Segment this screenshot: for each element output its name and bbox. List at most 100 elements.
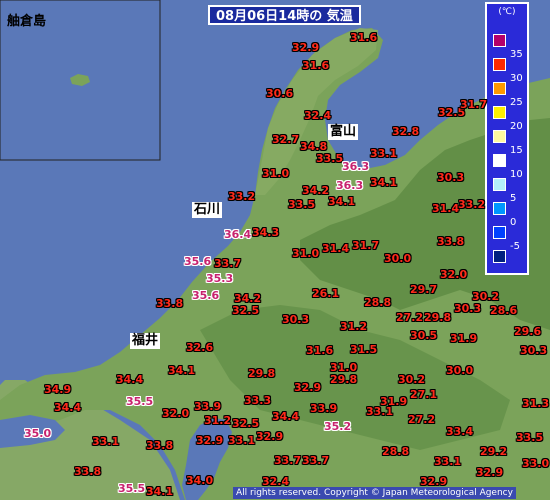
temperature-label: 31.7 [460,98,488,111]
temperature-label: 33.8 [74,465,102,478]
temperature-label: 31.0 [330,361,358,374]
temperature-label: 30.3 [454,302,482,315]
temperature-label: 30.3 [520,344,548,357]
temperature-label: 30.6 [266,87,294,100]
legend-swatch [493,106,506,119]
temperature-label: 31.2 [204,414,232,427]
temperature-label: 32.9 [196,434,224,447]
legend-value: 25 [510,97,523,108]
temperature-label: 26.1 [312,287,340,300]
legend-swatch [493,250,506,263]
temperature-label: 33.3 [244,394,272,407]
temperature-label: 30.2 [398,373,426,386]
temperature-label: 31.2 [340,320,368,333]
legend-swatch [493,34,506,47]
temperature-label: 33.9 [310,402,338,415]
temperature-label: 33.1 [228,434,256,447]
temperature-label: 33.2 [458,198,486,211]
legend-value: 35 [510,49,523,60]
temperature-label: 34.1 [370,176,398,189]
temperature-label: 34.1 [328,195,356,208]
copyright: All rights reserved. Copyright © Japan M… [233,487,516,499]
legend-swatch [493,130,506,143]
temperature-label: 34.4 [116,373,144,386]
legend-value: 15 [510,145,523,156]
temperature-label: 35.5 [126,395,154,408]
temperature-label: 28.8 [382,445,410,458]
temperature-label: 33.8 [437,235,465,248]
temperature-label: 35.2 [324,420,352,433]
temperature-label: 35.3 [206,272,234,285]
temperature-label: 30.3 [282,313,310,326]
temperature-label: 33.2 [228,190,256,203]
temperature-label: 34.4 [272,410,300,423]
legend-unit: (℃) [498,7,516,17]
temperature-label: 30.5 [410,329,438,342]
temperature-label: 31.6 [302,59,330,72]
temperature-label: 29.6 [514,325,542,338]
temperature-label: 32.5 [232,304,260,317]
temperature-label: 33.8 [146,439,174,452]
temperature-label: 34.9 [44,383,72,396]
temperature-label: 31.9 [450,332,478,345]
temperature-label: 32.5 [232,417,260,430]
temperature-label: 34.1 [168,364,196,377]
temperature-label: 34.2 [302,184,330,197]
temperature-label: 36.3 [336,179,364,192]
temperature-label: 33.5 [316,152,344,165]
temperature-label: 28.8 [364,296,392,309]
temperature-label: 31.4 [322,242,350,255]
temperature-label: 30.0 [384,252,412,265]
legend-swatch [493,202,506,215]
temperature-label: 35.6 [192,289,220,302]
legend-swatch [493,154,506,167]
map-title: 08月06日14時の 気温 [208,5,361,25]
temperature-label: 30.0 [446,364,474,377]
legend-swatch [493,178,506,191]
legend-swatch [493,82,506,95]
temperature-label: 33.7 [274,454,302,467]
temperature-label: 31.3 [522,397,550,410]
temperature-label: 32.7 [272,133,300,146]
temperature-label: 33.1 [92,435,120,448]
temperature-label: 28.6 [490,304,518,317]
legend-value: 30 [510,73,523,84]
temperature-label: 34.0 [186,474,214,487]
legend-value: 0 [510,217,517,228]
temperature-label: 32.9 [292,41,320,54]
temperature-label: 31.7 [352,239,380,252]
temperature-label: 31.0 [292,247,320,260]
temperature-label: 32.9 [256,430,284,443]
temperature-label: 32.6 [186,341,214,354]
temperature-label: 33.7 [214,257,242,270]
temperature-label: 29.8 [424,311,452,324]
temperature-label: 34.1 [146,485,174,498]
temperature-label: 32.9 [476,466,504,479]
temperature-label: 27.1 [410,388,438,401]
temperature-label: 29.2 [480,445,508,458]
temperature-label: 34.3 [252,226,280,239]
prefecture-label-ishikawa: 石川 [192,202,223,218]
temperature-label: 33.8 [156,297,184,310]
legend: (℃) 35 30 25 20 15 10 5 0 -5 [485,2,529,275]
temperature-label: 30.3 [437,171,465,184]
legend-swatch [493,58,506,71]
legend-value: -5 [510,241,520,252]
temperature-label: 32.0 [162,407,190,420]
temperature-label: 31.4 [432,202,460,215]
temperature-label: 35.5 [118,482,146,495]
temperature-label: 33.5 [288,198,316,211]
temperature-label: 31.6 [350,31,378,44]
temperature-label: 33.1 [370,147,398,160]
legend-swatch [493,226,506,239]
temperature-label: 29.8 [330,373,358,386]
temperature-label: 33.1 [434,455,462,468]
inset-label: 舳倉島 [7,14,47,29]
temperature-label: 33.1 [366,405,394,418]
temperature-label: 33.9 [194,400,222,413]
temperature-label: 32.9 [294,381,322,394]
temperature-label: 32.4 [304,109,332,122]
temperature-label: 36.4 [224,228,252,241]
prefecture-label-toyama: 富山 [328,124,359,140]
temperature-label: 33.7 [302,454,330,467]
